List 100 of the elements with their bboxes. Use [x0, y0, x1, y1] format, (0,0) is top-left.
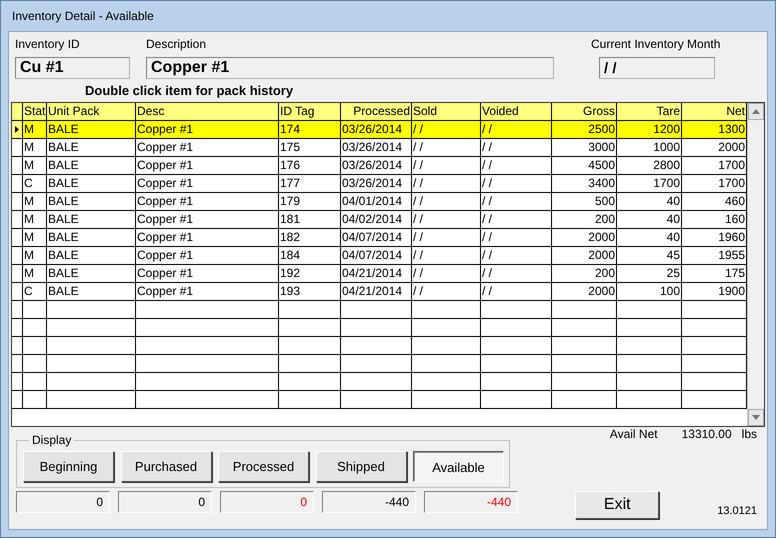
table-cell: M [23, 193, 47, 211]
version-text: 13.0121 [717, 505, 757, 517]
scrollbar[interactable] [747, 103, 764, 426]
table-cell: 174 [279, 121, 341, 139]
column-header[interactable]: Voided [481, 103, 552, 121]
table-cell: / / [481, 211, 552, 229]
table-cell: M [23, 157, 47, 175]
table-cell: / / [412, 193, 481, 211]
table-cell: 2000 [552, 229, 617, 247]
table-cell: / / [412, 247, 481, 265]
table-cell: 1200 [617, 121, 682, 139]
table-cell: Copper #1 [136, 121, 279, 139]
table-cell: 1700 [682, 157, 747, 175]
table-cell: 03/26/2014 [341, 175, 412, 193]
display-button[interactable]: Processed [218, 451, 309, 482]
table-cell: / / [481, 175, 552, 193]
table-cell: M [23, 121, 47, 139]
table-cell: M [23, 247, 47, 265]
display-button[interactable]: Beginning [23, 451, 114, 482]
row-marker[interactable] [12, 301, 23, 319]
column-header[interactable]: Sold [412, 103, 481, 121]
scroll-down-icon[interactable] [752, 415, 760, 420]
table-cell: 175 [682, 265, 747, 283]
avail-net-value: 13310.00 [682, 427, 732, 441]
column-header[interactable]: ID Tag [279, 103, 341, 121]
row-marker[interactable] [12, 247, 23, 265]
table-cell: BALE [47, 265, 136, 283]
description-field[interactable]: Copper #1 [146, 57, 554, 79]
table-cell: / / [412, 175, 481, 193]
exit-button[interactable]: Exit [575, 491, 660, 519]
table-cell: BALE [47, 175, 136, 193]
column-header[interactable]: Net [682, 103, 747, 121]
table-cell: / / [481, 139, 552, 157]
column-header[interactable]: Processed [341, 103, 412, 121]
row-marker[interactable] [12, 373, 23, 391]
table-cell: 175 [279, 139, 341, 157]
column-header[interactable]: Tare [617, 103, 682, 121]
row-marker[interactable] [12, 157, 23, 175]
column-header[interactable]: Unit Pack [47, 103, 136, 121]
table-cell: 04/07/2014 [341, 229, 412, 247]
scroll-up-icon[interactable] [752, 109, 760, 114]
row-marker[interactable] [12, 211, 23, 229]
table-cell: 45 [617, 247, 682, 265]
table-cell: / / [412, 211, 481, 229]
table-cell: / / [481, 193, 552, 211]
table-cell: 1300 [682, 121, 747, 139]
hint-text: Double click item for pack history [85, 82, 294, 100]
table-cell: Copper #1 [136, 139, 279, 157]
total-field: 0 [118, 491, 212, 513]
row-marker[interactable] [12, 391, 23, 409]
column-header[interactable]: Stat [23, 103, 47, 121]
table-cell: 4500 [552, 157, 617, 175]
table-cell: 2000 [552, 283, 617, 301]
table-cell: 1700 [617, 175, 682, 193]
table-cell: BALE [47, 211, 136, 229]
row-pointer-icon [15, 126, 19, 133]
row-marker[interactable] [12, 175, 23, 193]
table-cell: 200 [552, 211, 617, 229]
table-cell: 460 [682, 193, 747, 211]
unit-label: lbs [742, 427, 757, 441]
window-title: Inventory Detail - Available [12, 9, 154, 23]
row-marker[interactable] [12, 121, 23, 139]
table-cell: / / [481, 157, 552, 175]
table-cell: 1900 [682, 283, 747, 301]
column-header[interactable]: Desc [136, 103, 279, 121]
table-cell: 3000 [552, 139, 617, 157]
display-button[interactable]: Shipped [316, 451, 406, 482]
table-cell: / / [481, 265, 552, 283]
row-marker[interactable] [12, 283, 23, 301]
table-cell: BALE [47, 247, 136, 265]
inventory-id-field[interactable]: Cu #1 [15, 57, 130, 79]
row-marker[interactable] [12, 193, 23, 211]
table-cell: / / [412, 121, 481, 139]
row-marker[interactable] [12, 229, 23, 247]
total-field: -440 [424, 491, 518, 513]
table-cell: C [23, 175, 47, 193]
table-cell: BALE [47, 121, 136, 139]
row-marker[interactable] [12, 337, 23, 355]
row-marker[interactable] [12, 139, 23, 157]
table-cell: Copper #1 [136, 211, 279, 229]
table-cell: 2500 [552, 121, 617, 139]
row-marker[interactable] [12, 355, 23, 373]
table-cell: 40 [617, 229, 682, 247]
display-button[interactable]: Purchased [120, 451, 212, 482]
table-cell: 25 [617, 265, 682, 283]
table-cell: 04/01/2014 [341, 193, 412, 211]
table-cell: M [23, 211, 47, 229]
table-cell: / / [481, 247, 552, 265]
column-header[interactable]: Gross [552, 103, 617, 121]
field-label: Current Inventory Month [591, 36, 722, 53]
table-cell: 100 [617, 283, 682, 301]
row-marker[interactable] [12, 265, 23, 283]
table-cell: Copper #1 [136, 175, 279, 193]
table-cell: 1000 [617, 139, 682, 157]
table-cell: 2800 [617, 157, 682, 175]
table-cell: 04/02/2014 [341, 211, 412, 229]
table-cell: 200 [552, 265, 617, 283]
display-button[interactable]: Available [413, 451, 504, 482]
row-marker[interactable] [12, 319, 23, 337]
inventory-month-field[interactable]: / / [599, 57, 715, 79]
